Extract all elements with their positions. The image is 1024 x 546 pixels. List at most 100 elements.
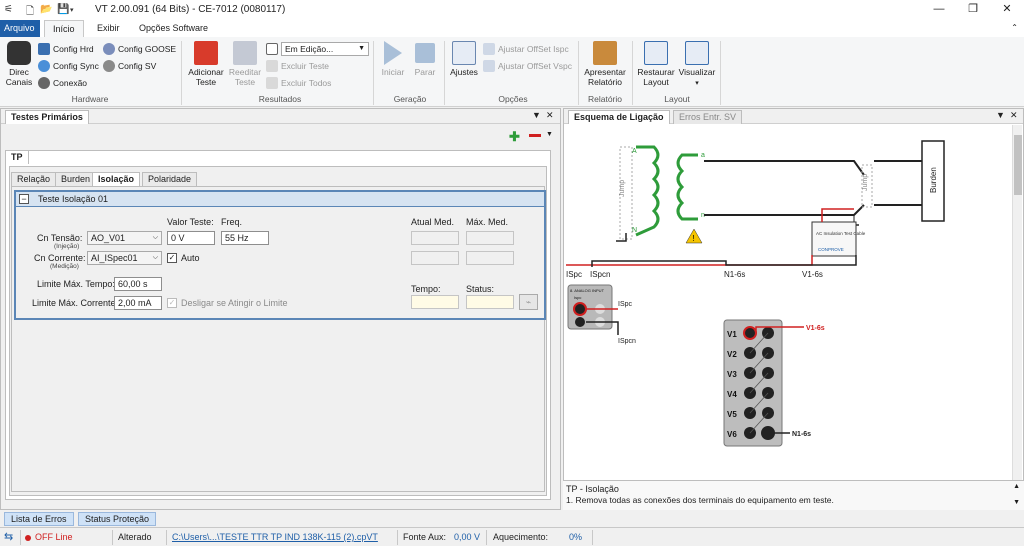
app-icon: ⚟ — [4, 4, 13, 15]
em-edicao-dropdown[interactable]: Em Edição... ▼ — [281, 42, 369, 56]
channel-label: V5 — [727, 410, 737, 419]
config-sync-button[interactable]: Config Sync — [38, 59, 99, 73]
burden-label: Burden — [929, 167, 938, 193]
max-med-tensao-field — [466, 251, 514, 265]
config-hrd-button[interactable]: Config Hrd — [38, 42, 94, 56]
ajustar-offset-ispc-button[interactable]: Ajustar OffSet Ispc — [483, 42, 569, 56]
config-sv-button[interactable]: Config SV — [103, 59, 156, 73]
apresentar-relatorio-button[interactable]: Apresentar Relatório — [582, 41, 628, 87]
collapse-icon[interactable]: − — [19, 194, 29, 204]
freq-input[interactable]: 55 Hz — [221, 231, 269, 245]
remove-icon[interactable] — [529, 134, 541, 137]
ajustar-offset-vspc-button[interactable]: Ajustar OffSet Vspc — [483, 59, 572, 73]
atual-med-corrente-field — [411, 231, 459, 245]
add-test-icon — [194, 41, 218, 65]
wire-n — [704, 204, 865, 216]
wire-n-to-ground — [616, 233, 627, 242]
reeditar-teste-button[interactable]: Reeditar Teste — [227, 41, 263, 87]
conexao-button[interactable]: Conexão — [38, 76, 87, 90]
ribbon: Direc Canais Config Hrd Config Sync Cone… — [0, 37, 1024, 107]
reedit-test-icon — [233, 41, 257, 65]
minimize-button[interactable]: — — [922, 0, 956, 20]
group-geracao-label: Geração — [393, 94, 427, 104]
chevron-down-icon[interactable]: ▼ — [546, 131, 553, 138]
channel-label: V6 — [727, 430, 737, 439]
file-path-link[interactable]: C:\Users\...\TESTE TTR TP IND 138K-115 (… — [172, 532, 378, 542]
config-goose-button[interactable]: Config GOOSE — [103, 42, 176, 56]
tab-burden[interactable]: Burden — [55, 172, 97, 186]
terminal-A-label: A — [632, 148, 637, 155]
tab-inicio[interactable]: Início — [44, 20, 84, 37]
desligar-checkbox[interactable]: ✓ — [167, 298, 177, 308]
tab-status-protecao[interactable]: Status Proteção — [78, 512, 157, 526]
auto-label: Auto — [181, 253, 200, 263]
status-bar: ⇆ OFF Line Alterado C:\Users\...\TESTE T… — [0, 527, 1024, 546]
save-icon[interactable]: 💾 — [57, 4, 69, 15]
scroll-down-icon[interactable]: ▼ — [1013, 499, 1020, 506]
tempo-label: Tempo: — [411, 284, 441, 294]
ajustes-button[interactable]: Ajustes — [448, 41, 480, 77]
collapse-ribbon-icon[interactable]: ⌃ — [1011, 23, 1018, 32]
config-sv-icon — [103, 60, 115, 72]
tab-arquivo[interactable]: Arquivo — [0, 20, 40, 37]
module-ispc: Ispc — [574, 295, 581, 300]
panel-close-icon[interactable]: ✕ — [1010, 110, 1018, 121]
quick-access-chevron-icon[interactable]: ▾ — [70, 6, 74, 14]
parar-button[interactable]: Parar — [410, 41, 440, 77]
cn-tensao-select[interactable]: AO_V01 ⌵ — [87, 231, 162, 245]
tab-opcoes-software[interactable]: Opções Software — [131, 20, 216, 37]
config-sync-icon — [38, 60, 50, 72]
restaurar-layout-button[interactable]: Restaurar Layout — [636, 41, 676, 87]
ribbon-separator — [181, 41, 182, 105]
panel-close-icon[interactable]: ✕ — [546, 110, 554, 121]
jump-left-label: Jump — [619, 180, 626, 197]
tab-isolacao[interactable]: Isolação — [92, 172, 141, 186]
close-button[interactable]: ✕ — [990, 0, 1024, 20]
direc-canais-icon — [7, 41, 31, 65]
tab-erros-entr-sv[interactable]: Erros Entr. SV — [673, 110, 743, 124]
play-icon — [384, 41, 402, 65]
panel-menu-icon[interactable]: ▼ — [996, 110, 1005, 120]
tab-lista-de-erros[interactable]: Lista de Erros — [4, 512, 74, 526]
vertical-scrollbar[interactable] — [1012, 125, 1022, 489]
wire-a — [704, 160, 865, 176]
status-separator — [112, 530, 113, 545]
tab-tp[interactable]: TP — [5, 150, 29, 164]
tab-relacao[interactable]: Relação — [11, 172, 57, 186]
excluir-teste-button[interactable]: Excluir Teste — [266, 59, 329, 73]
excluir-todos-button[interactable]: Excluir Todos — [266, 76, 331, 90]
status-separator — [20, 530, 21, 545]
limite-corrente-input[interactable]: 2,00 mA — [114, 296, 162, 310]
open-folder-icon[interactable]: 📂 — [40, 4, 52, 15]
panel-menu-icon[interactable]: ▼ — [532, 110, 541, 120]
direc-canais-button[interactable]: Direc Canais — [4, 41, 34, 87]
ribbon-separator — [720, 41, 721, 105]
iniciar-button[interactable]: Iniciar — [378, 41, 408, 77]
group-layout-label: Layout — [664, 94, 690, 104]
graph-icon[interactable]: ⌁ — [519, 294, 538, 310]
cn-corrente-select[interactable]: AI_ISpec01 ⌵ — [87, 251, 162, 265]
maximize-button[interactable]: ❐ — [956, 0, 990, 20]
freq-label: Freq. — [221, 217, 243, 227]
instructions-text: 1. Remova todas as conexões dos terminai… — [566, 495, 834, 505]
channel-label: V3 — [727, 370, 737, 379]
n1-label: N1-6s — [724, 270, 745, 279]
tab-testes-primarios[interactable]: Testes Primários — [5, 110, 89, 124]
tab-exibir[interactable]: Exibir — [89, 20, 128, 37]
adicionar-teste-button[interactable]: Adicionar Teste — [186, 41, 226, 87]
auto-checkbox[interactable]: ✓ — [167, 253, 177, 263]
valor-teste-input[interactable]: 0 V — [167, 231, 215, 245]
n1-tag: N1-6s — [792, 431, 811, 438]
channel-label: V2 — [727, 350, 737, 359]
scroll-thumb[interactable] — [1014, 135, 1022, 195]
new-file-icon[interactable]: 🗋 — [26, 4, 34, 21]
tab-esquema-de-ligacao[interactable]: Esquema de Ligação — [568, 110, 670, 124]
limite-tempo-input[interactable]: 60,00 s — [114, 277, 162, 291]
add-icon[interactable]: ✚ — [509, 129, 520, 145]
tab-polaridade[interactable]: Polaridade — [142, 172, 198, 186]
connection-icon[interactable]: ⇆ — [4, 530, 13, 543]
visualizar-button[interactable]: Visualizar ▾ — [677, 41, 717, 89]
scroll-up-icon[interactable]: ▲ — [1013, 483, 1020, 490]
terminal-dot — [761, 426, 775, 440]
status-label: Status: — [466, 284, 495, 294]
